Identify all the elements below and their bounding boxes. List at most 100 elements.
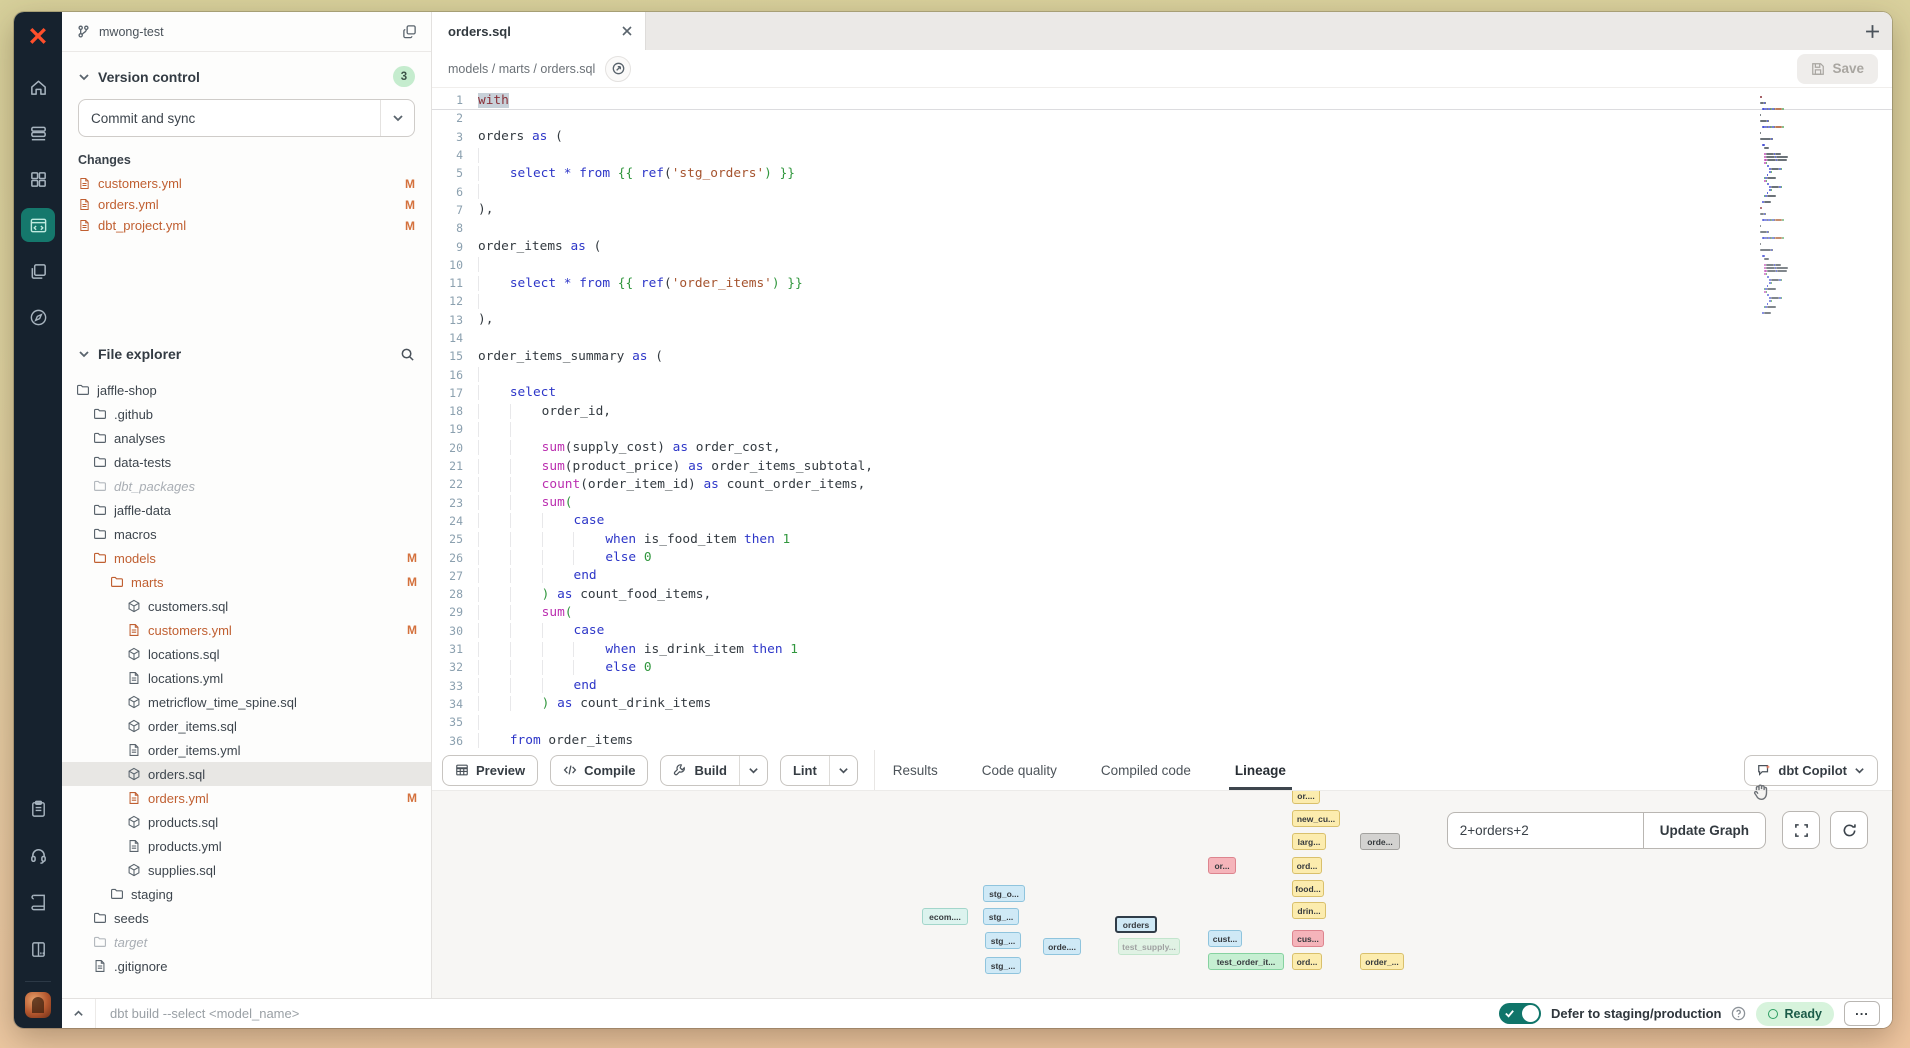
changed-file-row[interactable]: orders.ymlM: [62, 194, 431, 215]
lineage-node-order[interactable]: order_...: [1360, 953, 1404, 970]
tree-item-customers-yml[interactable]: customers.ymlM: [62, 618, 431, 642]
support-headset-icon[interactable]: [21, 838, 55, 872]
lineage-node-stg[interactable]: stg_...: [985, 932, 1021, 949]
tree-item-orders-sql[interactable]: orders.sql: [62, 762, 431, 786]
tree-item-staging[interactable]: staging: [62, 882, 431, 906]
folder-icon: [93, 455, 107, 469]
refresh-button[interactable]: [1830, 811, 1868, 849]
lineage-node-stg[interactable]: stg_...: [985, 957, 1021, 974]
apps-grid-icon[interactable]: [21, 162, 55, 196]
clipboard-icon[interactable]: [21, 791, 55, 825]
tree-item-analyses[interactable]: analyses: [62, 426, 431, 450]
lineage-node-ecom[interactable]: ecom....: [922, 908, 968, 925]
update-graph-button[interactable]: Update Graph: [1643, 812, 1766, 849]
tree-item-marts[interactable]: martsM: [62, 570, 431, 594]
docs-book-icon[interactable]: [21, 885, 55, 919]
tree-item-models[interactable]: modelsM: [62, 546, 431, 570]
editor-minimap[interactable]: [1760, 96, 1826, 318]
lint-button[interactable]: Lint: [780, 755, 858, 786]
commit-and-sync-button[interactable]: Commit and sync: [78, 99, 415, 137]
dbt-logo-icon[interactable]: ✕: [21, 20, 55, 54]
lineage-node-stgo[interactable]: stg_o...: [983, 885, 1025, 902]
lineage-node-larg[interactable]: larg...: [1292, 833, 1326, 850]
file-explorer-header[interactable]: File explorer: [62, 332, 431, 372]
tree-item-products-sql[interactable]: products.sql: [62, 810, 431, 834]
tab-code-quality[interactable]: Code quality: [982, 750, 1057, 790]
ide-icon[interactable]: [21, 208, 55, 242]
new-tab-button[interactable]: [1852, 12, 1892, 50]
more-options-button[interactable]: ...: [1844, 1001, 1880, 1026]
lineage-node-orde[interactable]: orde....: [1043, 938, 1081, 955]
home-icon[interactable]: [21, 70, 55, 104]
environments-icon[interactable]: [21, 116, 55, 150]
tree-item-customers-sql[interactable]: customers.sql: [62, 594, 431, 618]
tree-item-order-items-yml[interactable]: order_items.yml: [62, 738, 431, 762]
tab-compiled-code[interactable]: Compiled code: [1101, 750, 1191, 790]
lineage-node-or[interactable]: or...: [1208, 857, 1236, 874]
tree-item-locations-sql[interactable]: locations.sql: [62, 642, 431, 666]
panel-icon[interactable]: [21, 932, 55, 966]
file-icon: [127, 791, 141, 805]
panel-toolbar: Preview Compile Build Lint Results Code qual…: [432, 750, 1892, 790]
lineage-node-ord[interactable]: ord...: [1292, 857, 1322, 874]
lineage-node-drin[interactable]: drin...: [1292, 902, 1326, 919]
tree-item-metricflow-time-spine-sql[interactable]: metricflow_time_spine.sql: [62, 690, 431, 714]
lineage-filter-input[interactable]: [1447, 812, 1643, 849]
defer-toggle[interactable]: [1499, 1003, 1541, 1024]
changed-file-row[interactable]: dbt_project.ymlM: [62, 215, 431, 236]
commit-dropdown-chevron[interactable]: [380, 100, 414, 136]
changed-file-row[interactable]: customers.ymlM: [62, 173, 431, 194]
tree-item-orders-yml[interactable]: orders.ymlM: [62, 786, 431, 810]
tree-item-macros[interactable]: macros: [62, 522, 431, 546]
open-lineage-icon[interactable]: [605, 56, 631, 82]
lineage-node-cust[interactable]: cust...: [1208, 930, 1242, 947]
save-button[interactable]: Save: [1797, 54, 1878, 84]
tree-item-locations-yml[interactable]: locations.yml: [62, 666, 431, 690]
tree-item--github[interactable]: .github: [62, 402, 431, 426]
code-line: 6: [432, 182, 1892, 200]
lineage-node-testorderit[interactable]: test_order_it...: [1208, 953, 1284, 970]
tree-item-target[interactable]: target: [62, 930, 431, 954]
command-input[interactable]: dbt build --select <model_name>: [110, 1006, 1499, 1021]
collapse-command-bar-button[interactable]: [62, 999, 96, 1028]
lineage-node-stg[interactable]: stg_...: [983, 908, 1019, 925]
lineage-node-orders[interactable]: orders: [1115, 916, 1157, 933]
lineage-node-or[interactable]: or....: [1292, 790, 1320, 804]
user-avatar[interactable]: [25, 981, 51, 1018]
code-editor[interactable]: 1with23orders as (4 5 select * from {{ r…: [432, 88, 1892, 750]
chevron-down-icon[interactable]: [739, 756, 767, 785]
tree-item-supplies-sql[interactable]: supplies.sql: [62, 858, 431, 882]
copy-pages-icon[interactable]: [402, 24, 417, 39]
tab-orders-sql[interactable]: orders.sql: [432, 12, 646, 50]
windows-icon[interactable]: [21, 254, 55, 288]
help-icon[interactable]: [1731, 1006, 1746, 1021]
lineage-node-testsupply[interactable]: test_supply...: [1118, 938, 1180, 955]
code-line: 25 when is_food_item then 1: [432, 530, 1892, 548]
code-line: 22 count(order_item_id) as count_order_i…: [432, 475, 1892, 493]
compile-button[interactable]: Compile: [550, 755, 648, 786]
tree-item-seeds[interactable]: seeds: [62, 906, 431, 930]
close-icon[interactable]: [621, 25, 633, 37]
lineage-node-orde[interactable]: orde...: [1360, 833, 1400, 850]
preview-button[interactable]: Preview: [442, 755, 538, 786]
lineage-node-food[interactable]: food...: [1292, 880, 1324, 897]
build-button[interactable]: Build: [660, 755, 768, 786]
tree-item-dbt-packages[interactable]: dbt_packages: [62, 474, 431, 498]
tree-item--gitignore[interactable]: .gitignore: [62, 954, 431, 978]
chevron-down-icon[interactable]: [829, 756, 857, 785]
lineage-node-ord[interactable]: ord...: [1292, 953, 1322, 970]
tab-results[interactable]: Results: [893, 750, 938, 790]
explore-compass-icon[interactable]: [21, 300, 55, 334]
version-control-header[interactable]: Version control 3: [62, 52, 431, 97]
tree-item-jaffle-shop[interactable]: jaffle-shop: [62, 378, 431, 402]
tree-item-products-yml[interactable]: products.yml: [62, 834, 431, 858]
tab-lineage[interactable]: Lineage: [1235, 750, 1286, 790]
tree-item-order-items-sql[interactable]: order_items.sql: [62, 714, 431, 738]
search-icon[interactable]: [400, 347, 415, 362]
lineage-node-cus[interactable]: cus...: [1292, 930, 1324, 947]
lineage-node-newcu[interactable]: new_cu...: [1292, 810, 1340, 827]
fullscreen-button[interactable]: [1782, 811, 1820, 849]
code-line: 35: [432, 713, 1892, 731]
tree-item-data-tests[interactable]: data-tests: [62, 450, 431, 474]
tree-item-jaffle-data[interactable]: jaffle-data: [62, 498, 431, 522]
